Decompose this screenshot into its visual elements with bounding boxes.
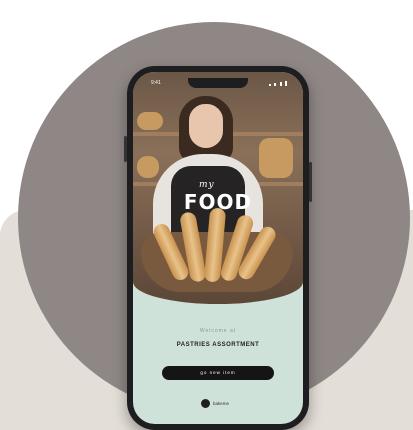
status-time: 9:41	[151, 80, 161, 86]
bread-loaf	[259, 138, 293, 178]
bread-roll	[137, 112, 163, 130]
status-bar: 9:41	[133, 78, 303, 88]
brand-logo-icon	[201, 398, 210, 408]
brand-footer: bakeme	[201, 398, 229, 408]
welcome-section: Welcome at PASTRIES ASSORTMENT go new it…	[133, 304, 303, 424]
bread-roll	[137, 156, 159, 178]
phone-screen: my FOOD 9:41 Welcome at PASTRIES ASSORTM…	[133, 72, 303, 424]
logo-small-text: my	[199, 180, 215, 190]
signal-icon	[269, 81, 287, 86]
welcome-text: Welcome at	[199, 328, 237, 334]
hero-photo: my FOOD	[133, 72, 303, 304]
headline-text: PASTRIES ASSORTMENT	[176, 342, 260, 348]
phone-notch	[188, 78, 248, 88]
cta-button[interactable]: go new item	[162, 366, 274, 380]
phone-device: my FOOD 9:41 Welcome at PASTRIES ASSORTM…	[124, 66, 312, 430]
brand-label: bakeme	[213, 400, 230, 406]
baker-face	[189, 104, 223, 148]
logo-big-text: FOOD	[183, 190, 253, 214]
